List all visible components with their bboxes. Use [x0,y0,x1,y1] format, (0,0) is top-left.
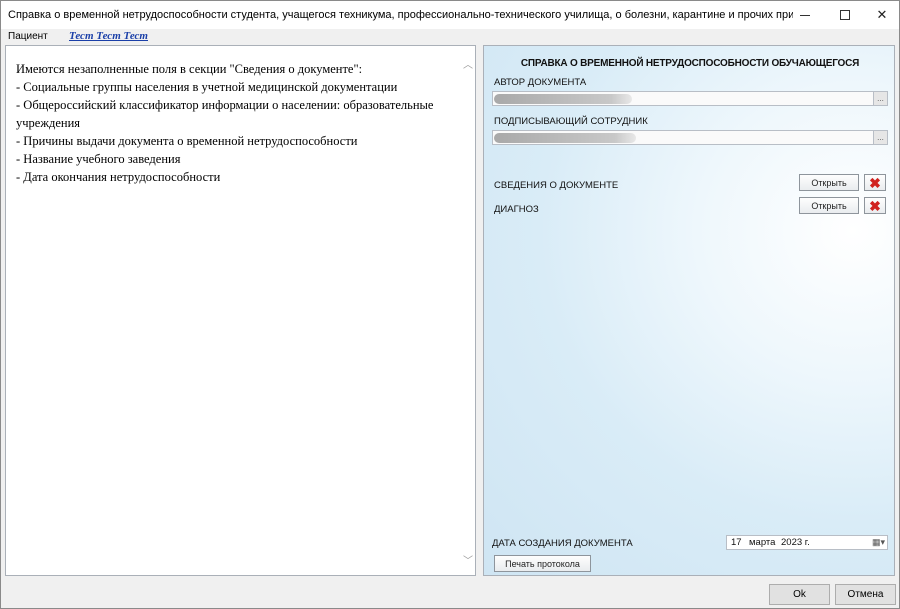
open-diagnosis-button[interactable]: Открыть [799,197,859,214]
dialog-window: Справка о временной нетрудоспособности с… [0,0,900,609]
author-label: АВТОР ДОКУМЕНТА [494,77,587,88]
document-panel: СПРАВКА О ВРЕМЕННОЙ НЕТРУДОСПОСОБНОСТИ О… [483,45,895,576]
creation-date-label: ДАТА СОЗДАНИЯ ДОКУМЕНТА [492,538,633,549]
maximize-button[interactable] [827,1,863,29]
patient-name-link[interactable]: Тест Тест Тест [69,30,148,42]
date-month: марта [749,537,776,548]
signer-field[interactable]: ... [492,130,888,145]
date-year: 2023 г. [781,537,810,548]
section-label-diagnosis: ДИАГНОЗ [494,204,539,215]
warning-item: - Общероссийский классификатор информаци… [16,98,434,130]
chevron-up-icon: ︿ [463,59,473,71]
creation-date-picker[interactable]: 17 марта 2023 г. ▦▾ [726,535,888,550]
patient-row: Пациент Тест Тест Тест [1,29,899,45]
calendar-dropdown-icon[interactable]: ▦▾ [872,537,885,548]
delete-icon: ✖ [869,197,881,214]
warning-item: - Причины выдачи документа о временной н… [16,134,358,148]
title-bar: Справка о временной нетрудоспособности с… [1,1,899,29]
document-title: СПРАВКА О ВРЕМЕННОЙ НЕТРУДОСПОСОБНОСТИ О… [520,58,860,69]
author-field[interactable]: ... [492,91,888,106]
dialog-footer: Ok Отмена [1,578,899,608]
delete-icon: ✖ [869,174,881,191]
window-title: Справка о временной нетрудоспособности с… [8,9,793,21]
redacted-value [494,94,632,104]
close-button[interactable]: ✕ [864,1,899,29]
delete-document-info-button[interactable]: ✖ [864,174,886,191]
signer-select-button[interactable]: ... [873,131,887,144]
maximize-icon [840,10,850,20]
cancel-button[interactable]: Отмена [835,584,896,605]
patient-label: Пациент [8,31,48,42]
redacted-value [494,133,636,143]
delete-diagnosis-button[interactable]: ✖ [864,197,886,214]
chevron-down-icon: ﹀ [463,555,473,567]
section-label-document-info: СВЕДЕНИЯ О ДОКУМЕНТЕ [494,180,619,191]
author-select-button[interactable]: ... [873,92,887,105]
warnings-heading: Имеются незаполненные поля в секции "Све… [16,62,363,76]
warnings-text: Имеются незаполненные поля в секции "Све… [16,60,456,186]
date-day: 17 [731,537,742,548]
warning-item: - Дата окончания нетрудоспособности [16,170,221,184]
scroll-up-button[interactable]: ︿ [461,56,475,71]
warning-item: - Название учебного заведения [16,152,181,166]
close-icon: ✕ [876,7,888,22]
warning-item: - Социальные группы населения в учетной … [16,80,398,94]
minimize-icon [800,14,810,16]
minimize-button[interactable] [787,1,823,29]
warnings-panel: Имеются незаполненные поля в секции "Све… [5,45,476,576]
scroll-down-button[interactable]: ﹀ [461,552,475,567]
signer-label: ПОДПИСЫВАЮЩИЙ СОТРУДНИК [494,116,648,127]
open-document-info-button[interactable]: Открыть [799,174,859,191]
print-protocol-button[interactable]: Печать протокола [494,555,591,572]
ok-button[interactable]: Ok [769,584,830,605]
